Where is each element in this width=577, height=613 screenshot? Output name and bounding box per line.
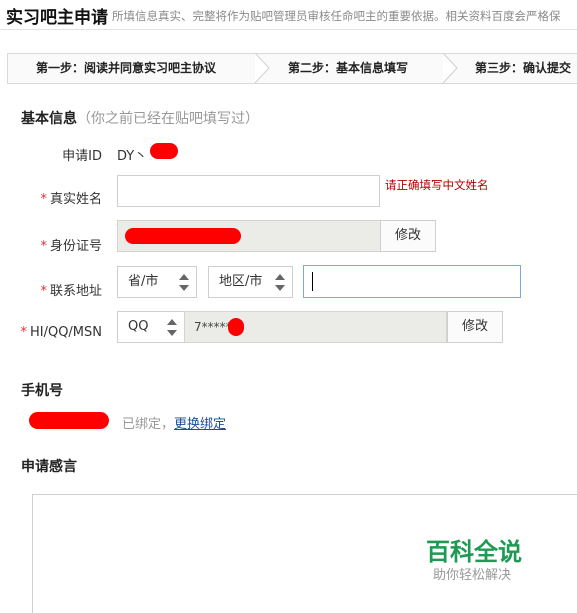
step-progress-bar: 第一步：阅读并同意实习吧主协议 第二步：基本信息填写 第三步：确认提交: [7, 53, 577, 84]
change-phone-link[interactable]: 更换绑定: [174, 417, 226, 432]
basic-info-heading: 基本信息（你之前已经在贴吧填写过）: [21, 108, 259, 128]
real-name-error: 请正确填写中文姓名: [385, 178, 489, 192]
page-header: 实习吧主申请 所填信息真实、完整将作为贴吧管理员审核任命吧主的重要依据。相关资料…: [0, 0, 577, 30]
real-name-label: * 真实姓名: [40, 192, 102, 207]
watermark-subtitle: 助你轻松解决: [433, 568, 512, 583]
step-3: 第三步：确认提交: [475, 61, 572, 75]
watermark-title: 百科全说: [426, 538, 522, 566]
redaction-mark: [29, 412, 109, 429]
basic-info-hint: （你之前已经在贴吧填写过）: [77, 111, 259, 127]
apply-id-value: DY丶: [117, 149, 148, 164]
im-label: * HI/QQ/MSN: [20, 325, 102, 340]
address-detail-input[interactable]: [303, 265, 521, 298]
province-select-value: 省/市: [128, 274, 159, 289]
step-2: 第二步：基本信息填写: [288, 61, 409, 75]
redaction-mark: [150, 143, 178, 159]
phone-bound-text: 已绑定，: [122, 417, 175, 432]
text-cursor: [312, 272, 313, 291]
phone-status: 已绑定，更换绑定: [122, 413, 226, 432]
im-type-select[interactable]: QQ: [117, 311, 185, 343]
redaction-mark: [228, 318, 244, 336]
im-value-input: 7*****: [184, 311, 447, 343]
up-down-arrow-icon: [166, 319, 178, 336]
apply-id-label: 申请ID: [62, 149, 102, 164]
up-down-arrow-icon: [178, 274, 190, 291]
region-select[interactable]: 地区/市: [208, 266, 293, 298]
redaction-mark: [125, 228, 241, 244]
up-down-arrow-icon: [274, 274, 286, 291]
chevron-right-icon: [442, 53, 458, 84]
im-value: 7*****: [194, 320, 232, 334]
real-name-input[interactable]: [117, 175, 380, 207]
im-type-value: QQ: [128, 319, 149, 334]
chevron-right-icon: [254, 53, 270, 84]
im-edit-button[interactable]: 修改: [447, 311, 503, 343]
province-select[interactable]: 省/市: [117, 266, 197, 298]
id-card-edit-button[interactable]: 修改: [380, 220, 436, 252]
address-label: * 联系地址: [40, 284, 102, 299]
step-1: 第一步：阅读并同意实习吧主协议: [36, 61, 217, 75]
phone-heading: 手机号: [21, 383, 63, 399]
id-card-label: * 身份证号: [40, 239, 102, 254]
region-select-value: 地区/市: [219, 274, 263, 289]
basic-info-title: 基本信息: [21, 111, 77, 127]
application-heading: 申请感言: [21, 459, 77, 475]
page-title: 实习吧主申请: [6, 8, 108, 28]
page-description: 所填信息真实、完整将作为贴吧管理员审核任命吧主的重要依据。相关资料百度会严格保: [112, 9, 561, 23]
